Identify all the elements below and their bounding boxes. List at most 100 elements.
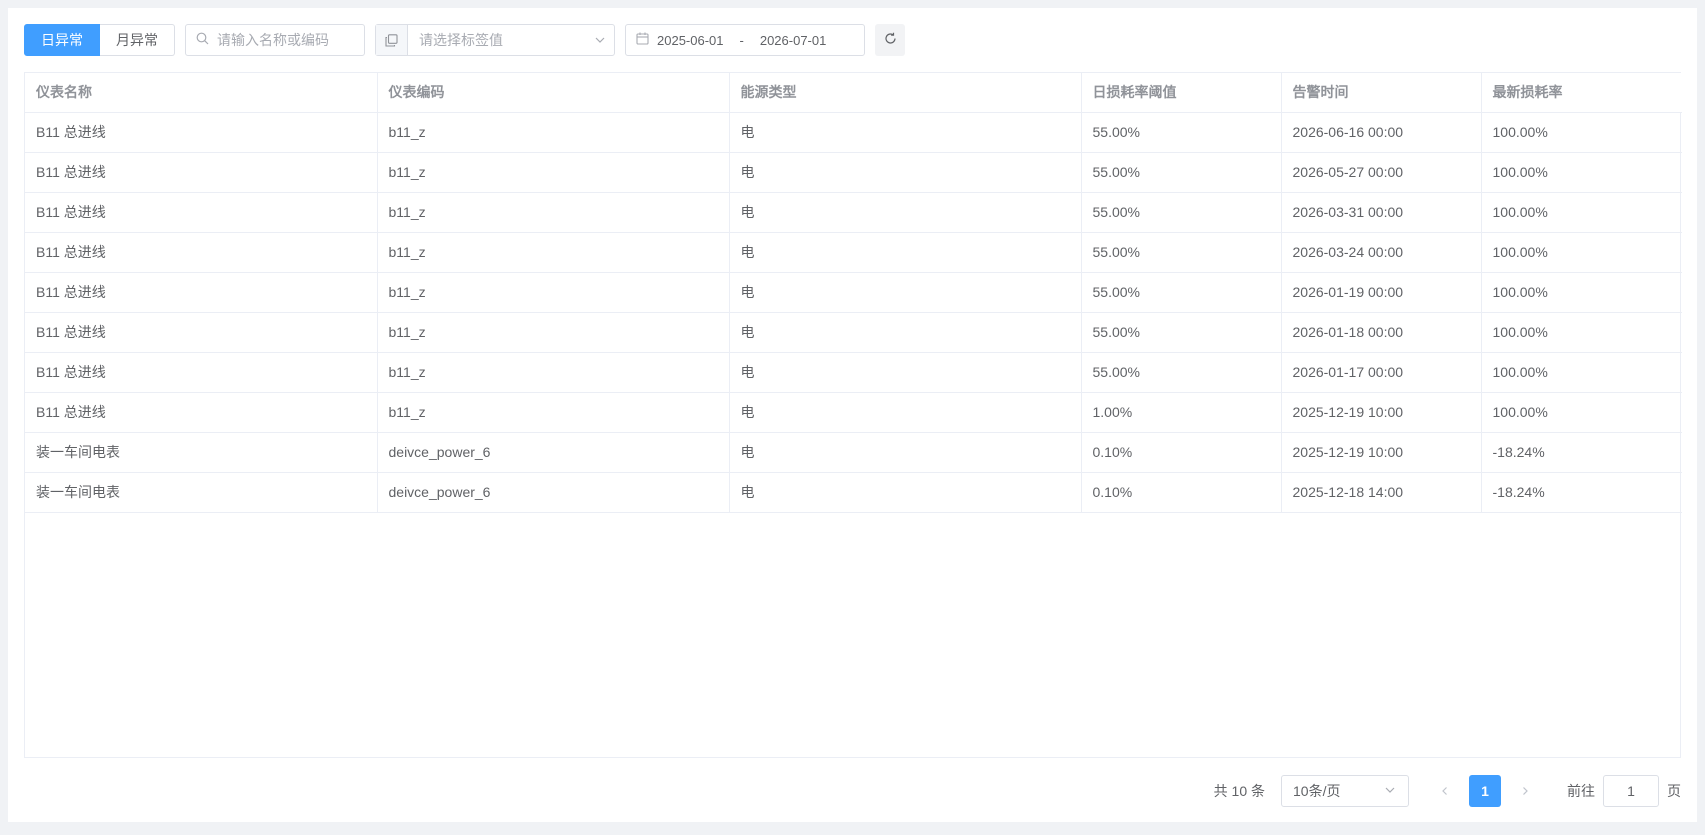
cell-energy-type: 电 — [729, 272, 1082, 313]
cell-meter-code: deivce_power_6 — [377, 432, 730, 473]
next-page-button[interactable] — [1509, 775, 1541, 807]
cell-meter-code: b11_z — [377, 192, 730, 233]
prev-page-button[interactable] — [1429, 775, 1461, 807]
cell-energy-type: 电 — [729, 192, 1082, 233]
date-end[interactable]: 2026-07-01 — [760, 33, 827, 48]
cell-latest-loss-rate: 100.00% — [1481, 152, 1682, 193]
date-separator: - — [739, 32, 744, 48]
column-header-alarm-time: 告警时间 — [1281, 73, 1482, 113]
date-start[interactable]: 2025-06-01 — [657, 33, 724, 48]
cell-daily-loss-threshold: 55.00% — [1081, 272, 1282, 313]
copy-icon — [376, 25, 408, 55]
cell-meter-name: 装一车间电表 — [25, 472, 378, 513]
cell-meter-name: B11 总进线 — [25, 152, 378, 193]
toolbar: 日异常 月异常 请选择标签值 2025-06-01 - 2026-07-01 — [24, 24, 905, 56]
period-toggle: 日异常 月异常 — [24, 24, 175, 56]
search-input[interactable] — [217, 32, 357, 48]
table-row: B11 总进线 b11_z 电 55.00% 2026-06-16 00:00 100.0… — [25, 112, 1682, 153]
cell-daily-loss-threshold: 55.00% — [1081, 152, 1282, 193]
cell-meter-name: B11 总进线 — [25, 112, 378, 153]
goto-page-input[interactable] — [1603, 775, 1659, 807]
search-box — [185, 24, 365, 56]
cell-latest-loss-rate: 100.00% — [1481, 192, 1682, 233]
cell-daily-loss-threshold: 55.00% — [1081, 232, 1282, 273]
table-row: 装一车间电表 deivce_power_6 电 0.10% 2025-12-19 10:… — [25, 432, 1682, 473]
cell-meter-code: b11_z — [377, 152, 730, 193]
tab-daily-anomaly[interactable]: 日异常 — [24, 24, 100, 56]
cell-energy-type: 电 — [729, 312, 1082, 353]
tag-select-placeholder: 请选择标签值 — [419, 32, 503, 48]
cell-meter-name: B11 总进线 — [25, 192, 378, 233]
date-range-picker[interactable]: 2025-06-01 - 2026-07-01 — [625, 24, 865, 56]
cell-alarm-time: 2026-05-27 00:00 — [1281, 152, 1482, 193]
cell-alarm-time: 2026-01-17 00:00 — [1281, 352, 1482, 393]
cell-meter-code: b11_z — [377, 352, 730, 393]
column-header-meter-name: 仪表名称 — [25, 73, 378, 113]
table-header-row: 仪表名称 仪表编码 能源类型 日损耗率阈值 告警时间 最新损耗率 — [25, 73, 1682, 113]
tab-monthly-anomaly[interactable]: 月异常 — [100, 24, 175, 56]
cell-alarm-time: 2026-06-16 00:00 — [1281, 112, 1482, 153]
cell-energy-type: 电 — [729, 432, 1082, 473]
column-header-energy-type: 能源类型 — [729, 73, 1082, 113]
column-header-latest-loss-rate: 最新损耗率 — [1481, 73, 1682, 113]
cell-alarm-time: 2025-12-18 14:00 — [1281, 472, 1482, 513]
refresh-icon — [884, 32, 897, 48]
cell-daily-loss-threshold: 0.10% — [1081, 472, 1282, 513]
cell-meter-name: 装一车间电表 — [25, 432, 378, 473]
page-size-select[interactable]: 10条/页 — [1281, 775, 1409, 807]
cell-energy-type: 电 — [729, 232, 1082, 273]
cell-meter-name: B11 总进线 — [25, 272, 378, 313]
cell-latest-loss-rate: 100.00% — [1481, 312, 1682, 353]
table-row: B11 总进线 b11_z 电 55.00% 2026-03-31 00:00 100.0… — [25, 192, 1682, 233]
cell-daily-loss-threshold: 1.00% — [1081, 392, 1282, 433]
main-card: 日异常 月异常 请选择标签值 2025-06-01 - 2026-07-01 — [8, 8, 1697, 822]
search-icon — [196, 32, 209, 48]
cell-daily-loss-threshold: 55.00% — [1081, 312, 1282, 353]
cell-meter-code: deivce_power_6 — [377, 472, 730, 513]
cell-energy-type: 电 — [729, 152, 1082, 193]
column-header-meter-code: 仪表编码 — [377, 73, 730, 113]
chevron-right-icon — [1520, 783, 1530, 799]
refresh-button[interactable] — [875, 24, 905, 56]
cell-energy-type: 电 — [729, 112, 1082, 153]
cell-daily-loss-threshold: 55.00% — [1081, 112, 1282, 153]
cell-latest-loss-rate: -18.24% — [1481, 432, 1682, 473]
cell-latest-loss-rate: 100.00% — [1481, 392, 1682, 433]
table-row: B11 总进线 b11_z 电 55.00% 2026-01-19 00:00 100.0… — [25, 272, 1682, 313]
cell-alarm-time: 2025-12-19 10:00 — [1281, 432, 1482, 473]
table-row: B11 总进线 b11_z 电 55.00% 2026-01-17 00:00 100.0… — [25, 352, 1682, 393]
chevron-down-icon — [1384, 783, 1396, 799]
cell-alarm-time: 2026-03-24 00:00 — [1281, 232, 1482, 273]
cell-alarm-time: 2025-12-19 10:00 — [1281, 392, 1482, 433]
goto-suffix: 页 — [1667, 783, 1681, 799]
cell-energy-type: 电 — [729, 392, 1082, 433]
chevron-down-icon — [586, 34, 614, 46]
cell-meter-name: B11 总进线 — [25, 232, 378, 273]
pagination: 共 10 条 10条/页 1 前往 页 — [1214, 775, 1681, 807]
cell-latest-loss-rate: 100.00% — [1481, 272, 1682, 313]
cell-meter-code: b11_z — [377, 112, 730, 153]
cell-meter-name: B11 总进线 — [25, 392, 378, 433]
table-row: B11 总进线 b11_z 电 55.00% 2026-05-27 00:00 100.0… — [25, 152, 1682, 193]
table-row: B11 总进线 b11_z 电 55.00% 2026-03-24 00:00 100.0… — [25, 232, 1682, 273]
pagination-total: 共 10 条 — [1213, 783, 1265, 799]
tag-select[interactable]: 请选择标签值 — [375, 24, 615, 56]
cell-energy-type: 电 — [729, 352, 1082, 393]
cell-latest-loss-rate: 100.00% — [1481, 232, 1682, 273]
cell-daily-loss-threshold: 55.00% — [1081, 192, 1282, 233]
data-table: 仪表名称 仪表编码 能源类型 日损耗率阈值 告警时间 最新损耗率 B11 总进线… — [24, 72, 1682, 758]
cell-alarm-time: 2026-01-19 00:00 — [1281, 272, 1482, 313]
table-row: B11 总进线 b11_z 电 55.00% 2026-01-18 00:00 100.0… — [25, 312, 1682, 353]
cell-alarm-time: 2026-03-31 00:00 — [1281, 192, 1482, 233]
cell-meter-code: b11_z — [377, 232, 730, 273]
cell-daily-loss-threshold: 0.10% — [1081, 432, 1282, 473]
column-header-daily-loss-threshold: 日损耗率阈值 — [1081, 73, 1282, 113]
cell-meter-name: B11 总进线 — [25, 312, 378, 353]
cell-meter-code: b11_z — [377, 392, 730, 433]
page-number-1[interactable]: 1 — [1469, 775, 1501, 807]
table-row: 装一车间电表 deivce_power_6 电 0.10% 2025-12-18 14:… — [25, 472, 1682, 513]
cell-energy-type: 电 — [729, 472, 1082, 513]
cell-meter-name: B11 总进线 — [25, 352, 378, 393]
cell-meter-code: b11_z — [377, 272, 730, 313]
cell-latest-loss-rate: -18.24% — [1481, 472, 1682, 513]
